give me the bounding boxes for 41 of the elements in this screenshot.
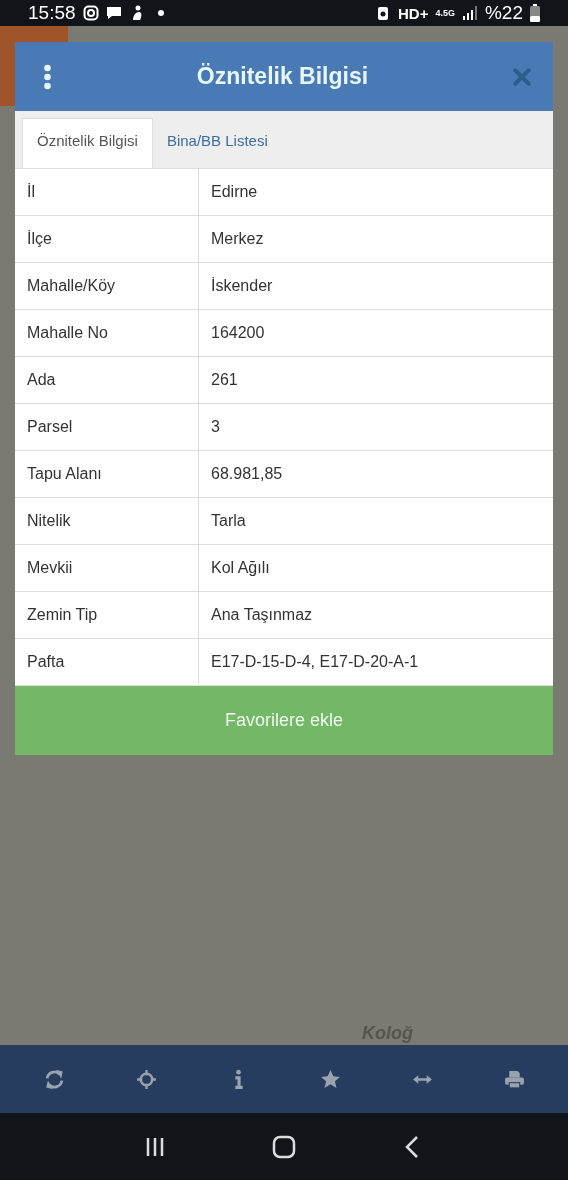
dot-icon bbox=[157, 10, 164, 16]
refresh-icon[interactable] bbox=[43, 1068, 65, 1090]
attribute-label-cell: Mevkii bbox=[15, 545, 199, 591]
attribute-label-cell: Parsel bbox=[15, 404, 199, 450]
attribute-value-cell-text: Merkez bbox=[210, 229, 265, 249]
attribute-value-cell-text: Edirne bbox=[210, 182, 259, 202]
chat-icon bbox=[105, 5, 122, 21]
attribute-label-cell: İlçe bbox=[15, 216, 199, 262]
attribute-value-cell-text: İskender bbox=[210, 276, 274, 296]
attribute-value-cell-text: 164200 bbox=[210, 323, 266, 343]
attribute-label-cell: Ada bbox=[15, 357, 199, 403]
camera-icon bbox=[82, 5, 99, 21]
network-type: 4.5G bbox=[435, 8, 455, 18]
battery-icon bbox=[530, 4, 540, 22]
attribute-label-cell: İl bbox=[15, 169, 199, 215]
attribute-value-cell-text: Kol Ağılı bbox=[210, 558, 271, 578]
attribute-value-cell-text: Tarla bbox=[210, 511, 247, 531]
status-time: 15:58 bbox=[28, 2, 76, 24]
attribute-label-cell: Zemin Tip bbox=[15, 592, 199, 638]
crosshair-icon[interactable] bbox=[135, 1068, 157, 1090]
dialog-title: Öznitelik Bilgisi bbox=[196, 63, 369, 90]
more-icon[interactable] bbox=[43, 63, 52, 90]
attribute-value-cell-text: 3 bbox=[210, 417, 221, 437]
battery-percent: %22 bbox=[484, 2, 523, 24]
tab[interactable]: Bina/BB Listesi bbox=[152, 118, 282, 168]
attribute-value-cell-text: 68.981,85 bbox=[210, 464, 284, 484]
attribute-label-cell: Mahalle/Köy bbox=[15, 263, 199, 309]
signal-icon bbox=[461, 5, 478, 21]
attribute-label-cell: Pafta bbox=[15, 639, 199, 685]
tab[interactable]: Öznitelik Bilgisi bbox=[22, 118, 153, 168]
home-icon[interactable] bbox=[272, 1134, 296, 1159]
battery-saver-icon bbox=[375, 5, 391, 21]
attribute-value-cell-text: E17-D-15-D-4, E17-D-20-A-1 bbox=[210, 652, 420, 672]
attribute-label-cell: Nitelik bbox=[15, 498, 199, 544]
printer-icon[interactable] bbox=[503, 1068, 525, 1090]
attribute-value-cell-text: 261 bbox=[210, 370, 239, 390]
hd-indicator: HD+ bbox=[398, 4, 429, 22]
star-icon[interactable] bbox=[319, 1068, 341, 1090]
attribute-label-cell: Mahalle No bbox=[15, 310, 199, 356]
attribute-value-cell-text: Ana Taşınmaz bbox=[210, 605, 314, 625]
attribute-label-cell: Tapu Alanı bbox=[15, 451, 199, 497]
